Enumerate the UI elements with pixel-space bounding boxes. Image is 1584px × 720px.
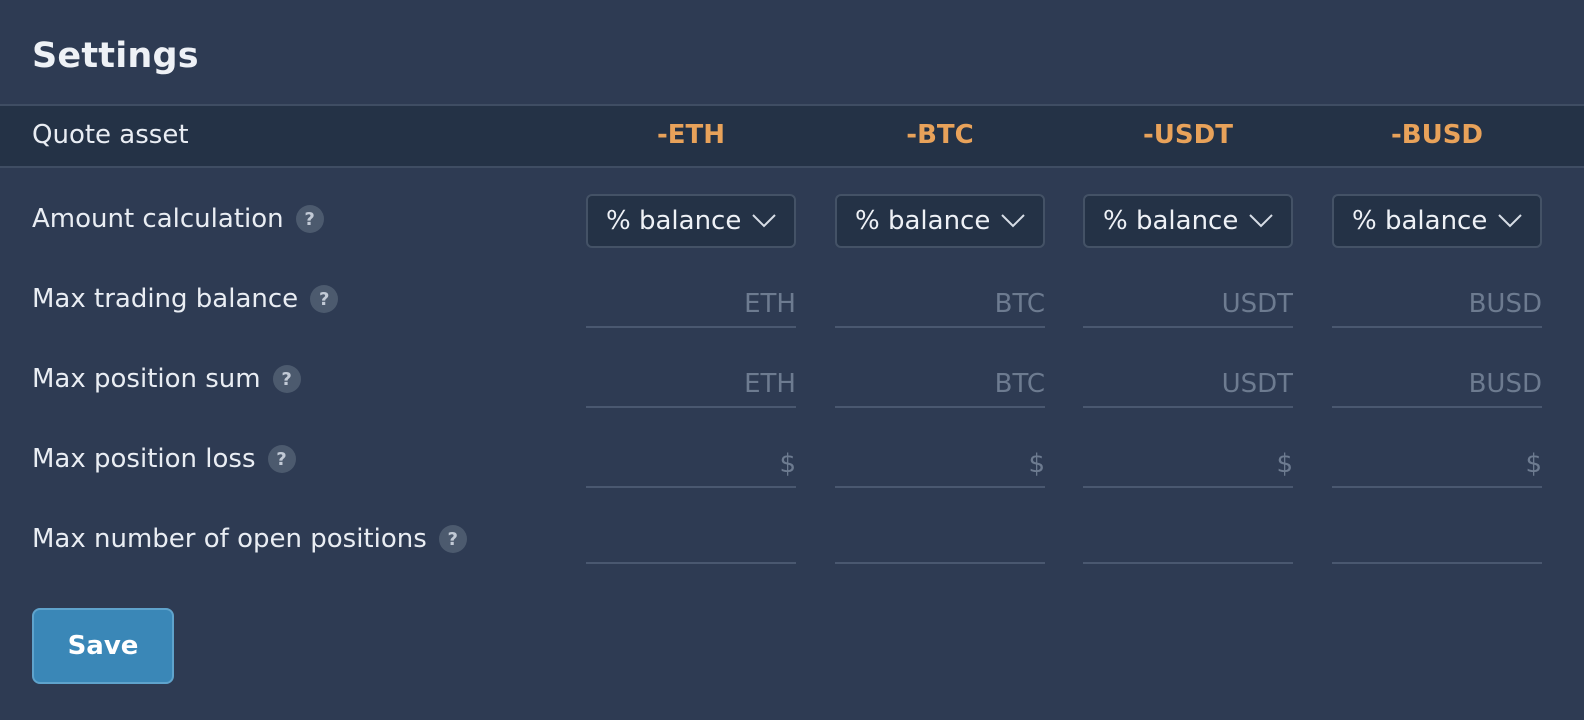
- max-open-positions-field-btc[interactable]: [835, 518, 1045, 564]
- max-position-loss-field-busd[interactable]: [1332, 442, 1542, 488]
- max-position-sum-label: Max position sum: [32, 364, 261, 394]
- save-button[interactable]: Save: [32, 608, 174, 684]
- asset-header-usdt: -USDT: [1143, 120, 1233, 150]
- chevron-down-icon: [1001, 214, 1025, 228]
- max-trading-balance-field-btc[interactable]: [835, 282, 1045, 328]
- max-position-loss-input-usdt[interactable]: [1083, 442, 1293, 486]
- amount-calculation-label: Amount calculation: [32, 204, 284, 234]
- max-trading-balance-input-busd[interactable]: [1332, 282, 1542, 326]
- select-value: % balance: [855, 206, 991, 236]
- max-trading-balance-field-usdt[interactable]: [1083, 282, 1293, 328]
- amount-calculation-select-btc[interactable]: % balance: [835, 194, 1045, 248]
- max-position-loss-input-btc[interactable]: [835, 442, 1045, 486]
- chevron-down-icon: [752, 214, 776, 228]
- select-value: % balance: [1103, 206, 1239, 236]
- max-open-positions-label: Max number of open positions: [32, 524, 427, 554]
- select-value: % balance: [1352, 206, 1488, 236]
- max-trading-balance-field-busd[interactable]: [1332, 282, 1542, 328]
- max-position-sum-field-busd[interactable]: [1332, 362, 1542, 408]
- max-trading-balance-input-usdt[interactable]: [1083, 282, 1293, 326]
- max-position-sum-field-btc[interactable]: [835, 362, 1045, 408]
- max-position-sum-field-usdt[interactable]: [1083, 362, 1293, 408]
- max-trading-balance-label: Max trading balance: [32, 284, 299, 314]
- page-title: Settings: [32, 36, 199, 76]
- max-open-positions-input-btc[interactable]: [835, 518, 1045, 562]
- help-icon[interactable]: ?: [267, 445, 296, 473]
- max-open-positions-row-label: Max number of open positions ?: [32, 524, 467, 554]
- asset-header-btc: -BTC: [906, 120, 974, 150]
- help-icon[interactable]: ?: [438, 525, 467, 553]
- amount-calculation-row-label: Amount calculation ?: [32, 204, 324, 234]
- max-position-sum-input-eth[interactable]: [586, 362, 796, 406]
- max-trading-balance-input-btc[interactable]: [835, 282, 1045, 326]
- max-position-loss-row-label: Max position loss ?: [32, 444, 296, 474]
- help-icon[interactable]: ?: [272, 365, 301, 393]
- max-open-positions-field-busd[interactable]: [1332, 518, 1542, 564]
- max-trading-balance-field-eth[interactable]: [586, 282, 796, 328]
- max-open-positions-input-usdt[interactable]: [1083, 518, 1293, 562]
- max-position-loss-field-btc[interactable]: [835, 442, 1045, 488]
- amount-calculation-select-usdt[interactable]: % balance: [1083, 194, 1293, 248]
- quote-asset-header: Quote asset -ETH -BTC -USDT -BUSD: [0, 104, 1584, 168]
- asset-header-eth: -ETH: [656, 120, 726, 150]
- max-position-loss-input-busd[interactable]: [1332, 442, 1542, 486]
- max-open-positions-input-busd[interactable]: [1332, 518, 1542, 562]
- max-position-loss-input-eth[interactable]: [586, 442, 796, 486]
- max-trading-balance-input-eth[interactable]: [586, 282, 796, 326]
- chevron-down-icon: [1498, 214, 1522, 228]
- quote-asset-label: Quote asset: [32, 120, 189, 150]
- chevron-down-icon: [1249, 214, 1273, 228]
- max-position-sum-row-label: Max position sum ?: [32, 364, 301, 394]
- help-icon[interactable]: ?: [310, 285, 339, 313]
- settings-panel: Settings Quote asset -ETH -BTC -USDT -BU…: [0, 0, 1584, 720]
- amount-calculation-select-eth[interactable]: % balance: [586, 194, 796, 248]
- max-position-loss-field-eth[interactable]: [586, 442, 796, 488]
- max-position-sum-field-eth[interactable]: [586, 362, 796, 408]
- max-position-loss-field-usdt[interactable]: [1083, 442, 1293, 488]
- max-position-sum-input-busd[interactable]: [1332, 362, 1542, 406]
- max-position-loss-label: Max position loss: [32, 444, 256, 474]
- max-open-positions-field-usdt[interactable]: [1083, 518, 1293, 564]
- help-icon[interactable]: ?: [295, 205, 324, 233]
- max-trading-balance-row-label: Max trading balance ?: [32, 284, 339, 314]
- amount-calculation-select-busd[interactable]: % balance: [1332, 194, 1542, 248]
- max-position-sum-input-usdt[interactable]: [1083, 362, 1293, 406]
- select-value: % balance: [606, 206, 742, 236]
- max-open-positions-input-eth[interactable]: [586, 518, 796, 562]
- asset-header-busd: -BUSD: [1390, 120, 1484, 150]
- max-open-positions-field-eth[interactable]: [586, 518, 796, 564]
- max-position-sum-input-btc[interactable]: [835, 362, 1045, 406]
